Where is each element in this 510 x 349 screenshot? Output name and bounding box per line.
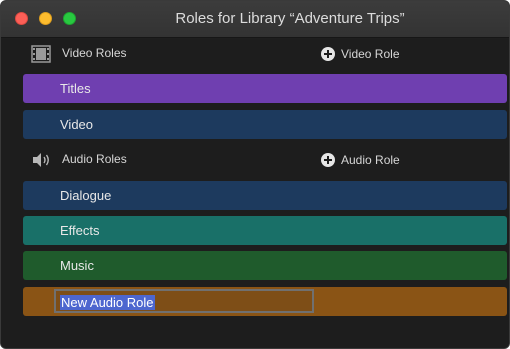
role-name-selected-text: New Audio Role	[60, 295, 155, 310]
role-row-new-audio-role[interactable]: New Audio Role	[23, 287, 507, 316]
add-audio-role-button[interactable]: Audio Role	[321, 150, 400, 170]
role-label-music: Music	[60, 258, 94, 273]
role-row-dialogue[interactable]: Dialogue	[23, 181, 507, 210]
role-label-video: Video	[60, 117, 94, 132]
add-audio-role-label: Audio Role	[341, 153, 400, 167]
role-row-titles[interactable]: Titles	[23, 74, 507, 103]
role-label-dialogue: Dialogue	[60, 188, 112, 203]
video-roles-label: Video Roles	[62, 46, 127, 60]
film-strip-icon	[31, 45, 51, 63]
add-video-role-label: Video Role	[341, 47, 400, 61]
close-window-button[interactable]	[15, 12, 28, 25]
plus-circle-icon	[321, 47, 335, 61]
window-title: Roles for Library “Adventure Trips”	[175, 10, 405, 27]
video-roles-header: Video Roles Video Role	[1, 39, 509, 69]
roles-list: Video Roles Video Role Titles Video Audi…	[1, 39, 509, 348]
audio-roles-label: Audio Roles	[62, 152, 127, 166]
title-bar: Roles for Library “Adventure Trips”	[1, 1, 509, 38]
role-row-effects[interactable]: Effects	[23, 216, 507, 245]
plus-circle-icon	[321, 153, 335, 167]
role-row-video[interactable]: Video	[23, 110, 507, 139]
zoom-window-button[interactable]	[63, 12, 76, 25]
minimize-window-button[interactable]	[39, 12, 52, 25]
role-label-titles: Titles	[60, 81, 91, 96]
audio-roles-header: Audio Roles Audio Role	[1, 145, 509, 175]
speaker-icon	[31, 151, 51, 169]
role-name-input[interactable]: New Audio Role	[54, 289, 314, 313]
role-label-effects: Effects	[60, 223, 100, 238]
add-video-role-button[interactable]: Video Role	[321, 44, 400, 64]
roles-window: Roles for Library “Adventure Trips” Vide…	[0, 0, 510, 349]
role-row-music[interactable]: Music	[23, 251, 507, 280]
